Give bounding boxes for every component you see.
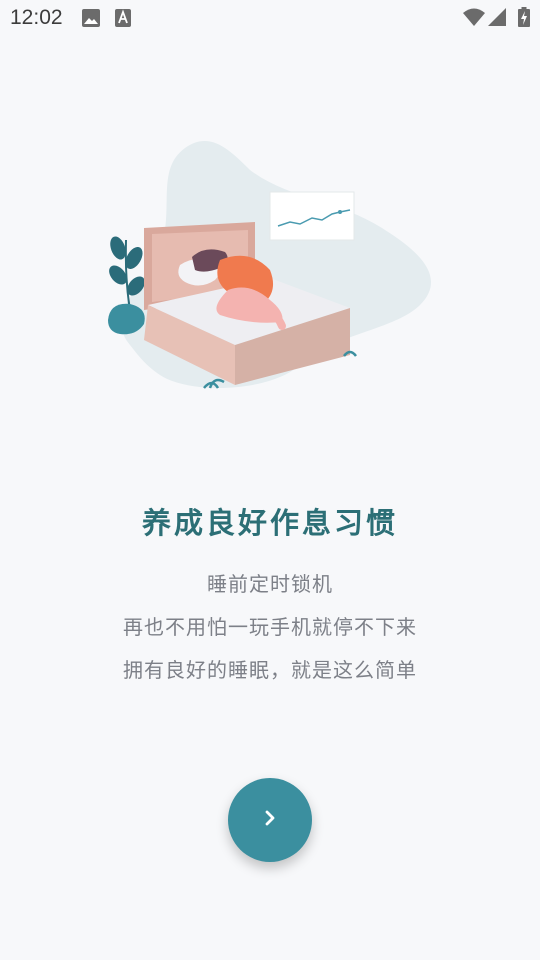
signal-icon — [488, 8, 506, 30]
sleeping-illustration — [100, 130, 440, 400]
page-title: 养成良好作息习惯 — [141, 506, 398, 540]
description-line-3: 拥有良好的睡眠，就是这么简单 — [123, 658, 417, 682]
chevron-right-icon — [259, 807, 281, 833]
status-clock: 12:02 — [10, 6, 63, 29]
next-button[interactable] — [228, 778, 312, 862]
description-line-1: 睡前定时锁机 — [207, 572, 333, 596]
image-icon — [82, 9, 100, 31]
wifi-icon — [463, 8, 485, 30]
keyboard-a-icon — [115, 9, 131, 31]
battery-charging-icon — [518, 7, 530, 31]
status-bar: 12:02 — [0, 0, 540, 36]
description-line-2: 再也不用怕一玩手机就停不下来 — [123, 615, 417, 639]
